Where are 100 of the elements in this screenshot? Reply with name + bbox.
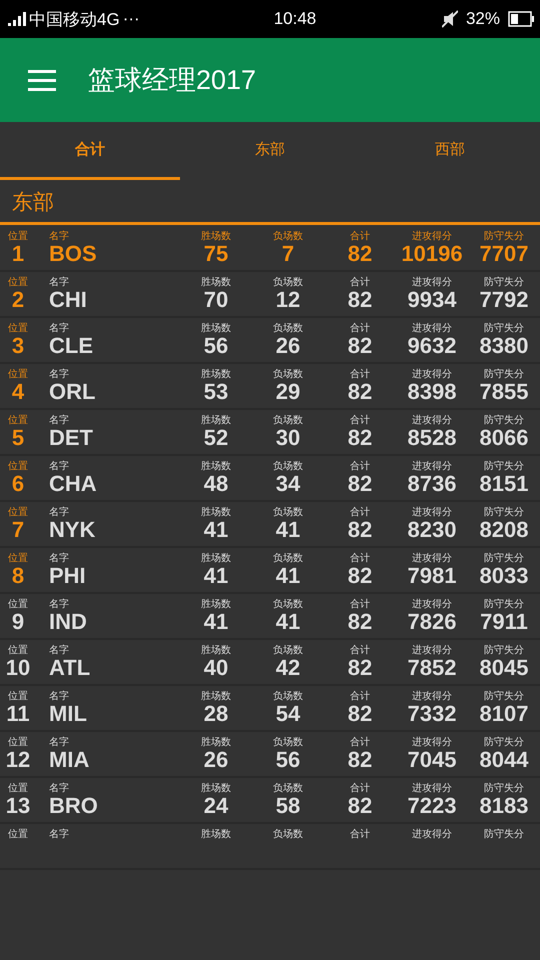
column-label: 胜场数	[201, 783, 231, 794]
column-label: 胜场数	[201, 737, 231, 748]
stat-value: 8183	[480, 794, 528, 818]
stat-value: 82	[348, 426, 372, 450]
stat-value: 48	[204, 472, 228, 496]
team-name: MIL	[49, 702, 87, 726]
standings-row[interactable]: 位置 8 名字 PHI 胜场数 41 负场数 41 合计 82 进攻得分 7981 防守失分 8033	[0, 548, 540, 594]
standings-row[interactable]: 位置 10 名字 ATL 胜场数 40 负场数 42 合计 82 进攻得分 7852 防守失分 8045	[0, 640, 540, 686]
stat-value: 7792	[480, 288, 528, 312]
column-label: 负场数	[273, 507, 303, 518]
stat-value: 8033	[480, 564, 528, 588]
stat-value: 53	[204, 380, 228, 404]
stat-value: 82	[348, 288, 372, 312]
team-name: CHA	[49, 472, 97, 496]
standings-row[interactable]: 位置 名字 胜场数 负场数 合计 进攻得分 防守失分	[0, 824, 540, 870]
column-label: 合计	[350, 645, 370, 656]
column-label: 防守失分	[484, 277, 524, 288]
column-label: 进攻得分	[412, 553, 452, 564]
column-label: 胜场数	[201, 277, 231, 288]
column-label: 进攻得分	[412, 461, 452, 472]
stat-value: 75	[204, 242, 228, 266]
stat-value: 7855	[480, 380, 528, 404]
standings-row[interactable]: 位置 4 名字 ORL 胜场数 53 负场数 29 合计 82 进攻得分 8398 防守失分 7855	[0, 364, 540, 410]
team-name: CHI	[49, 288, 87, 312]
column-label: 名字	[49, 507, 69, 518]
column-label: 位置	[8, 691, 28, 702]
column-label: 防守失分	[484, 645, 524, 656]
tab[interactable]: 合计	[0, 122, 180, 180]
column-label: 负场数	[273, 553, 303, 564]
stat-value: 82	[348, 380, 372, 404]
column-label: 进攻得分	[412, 507, 452, 518]
stat-value: 82	[348, 518, 372, 542]
column-label: 负场数	[273, 277, 303, 288]
tab[interactable]: 西部	[360, 122, 540, 180]
stat-value: 41	[204, 518, 228, 542]
column-label: 位置	[8, 737, 28, 748]
column-label: 位置	[8, 553, 28, 564]
standings-row[interactable]: 位置 3 名字 CLE 胜场数 56 负场数 26 合计 82 进攻得分 9632 防守失分 8380	[0, 318, 540, 364]
column-label: 负场数	[273, 645, 303, 656]
position-number: 12	[6, 748, 30, 772]
stat-value: 7707	[480, 242, 528, 266]
position-number: 4	[12, 380, 24, 404]
stat-value: 8398	[408, 380, 456, 404]
stat-value: 56	[204, 334, 228, 358]
column-label: 合计	[350, 369, 370, 380]
column-label: 负场数	[273, 691, 303, 702]
column-label: 位置	[8, 599, 28, 610]
standings-row[interactable]: 位置 7 名字 NYK 胜场数 41 负场数 41 合计 82 进攻得分 8230 防守失分 8208	[0, 502, 540, 548]
stat-value: 52	[204, 426, 228, 450]
standings-row[interactable]: 位置 6 名字 CHA 胜场数 48 负场数 34 合计 82 进攻得分 8736 防守失分 8151	[0, 456, 540, 502]
column-label: 进攻得分	[412, 829, 452, 840]
stat-value: 54	[276, 702, 300, 726]
menu-icon	[28, 70, 56, 90]
column-label: 负场数	[273, 323, 303, 334]
column-label: 负场数	[273, 231, 303, 242]
menu-button[interactable]	[28, 70, 56, 90]
column-label: 防守失分	[484, 783, 524, 794]
stat-value: 7852	[408, 656, 456, 680]
position-number: 10	[6, 656, 30, 680]
column-label: 进攻得分	[412, 783, 452, 794]
column-label: 位置	[8, 369, 28, 380]
stat-value: 7826	[408, 610, 456, 634]
stat-value: 8066	[480, 426, 528, 450]
column-label: 胜场数	[201, 691, 231, 702]
column-label: 位置	[8, 507, 28, 518]
position-number: 5	[12, 426, 24, 450]
column-label: 进攻得分	[412, 277, 452, 288]
position-number: 3	[12, 334, 24, 358]
stat-value: 12	[276, 288, 300, 312]
team-name: ATL	[49, 656, 90, 680]
team-name: DET	[49, 426, 93, 450]
carrier-name: 中国移动4G	[29, 8, 120, 30]
column-label: 胜场数	[201, 599, 231, 610]
standings-row[interactable]: 位置 13 名字 BRO 胜场数 24 负场数 58 合计 82 进攻得分 7223 防守失分 8183	[0, 778, 540, 824]
column-label: 名字	[49, 783, 69, 794]
column-label: 胜场数	[201, 231, 231, 242]
standings-row[interactable]: 位置 11 名字 MIL 胜场数 28 负场数 54 合计 82 进攻得分 7332 防守失分 8107	[0, 686, 540, 732]
column-label: 负场数	[273, 461, 303, 472]
column-label: 进攻得分	[412, 415, 452, 426]
stat-value: 7	[282, 242, 294, 266]
column-label: 防守失分	[484, 553, 524, 564]
standings-row[interactable]: 位置 12 名字 MIA 胜场数 26 负场数 56 合计 82 进攻得分 7045 防守失分 8044	[0, 732, 540, 778]
standings-row[interactable]: 位置 5 名字 DET 胜场数 52 负场数 30 合计 82 进攻得分 8528 防守失分 8066	[0, 410, 540, 456]
column-label: 进攻得分	[412, 323, 452, 334]
stat-value: 41	[276, 564, 300, 588]
tab[interactable]: 东部	[180, 122, 360, 180]
stat-value: 34	[276, 472, 300, 496]
standings-row[interactable]: 位置 1 名字 BOS 胜场数 75 负场数 7 合计 82 进攻得分 10196 防守失分 7707	[0, 226, 540, 272]
column-label: 名字	[49, 415, 69, 426]
standings-row[interactable]: 位置 9 名字 IND 胜场数 41 负场数 41 合计 82 进攻得分 7826 防守失分 7911	[0, 594, 540, 640]
column-label: 合计	[350, 277, 370, 288]
stat-value: 7332	[408, 702, 456, 726]
column-label: 进攻得分	[412, 691, 452, 702]
app-title: 篮球经理2017	[88, 64, 256, 97]
column-label: 防守失分	[484, 231, 524, 242]
signal-icon	[8, 12, 26, 26]
stat-value: 82	[348, 242, 372, 266]
column-label: 合计	[350, 737, 370, 748]
standings-row[interactable]: 位置 2 名字 CHI 胜场数 70 负场数 12 合计 82 进攻得分 9934 防守失分 7792	[0, 272, 540, 318]
stat-value: 8151	[480, 472, 528, 496]
